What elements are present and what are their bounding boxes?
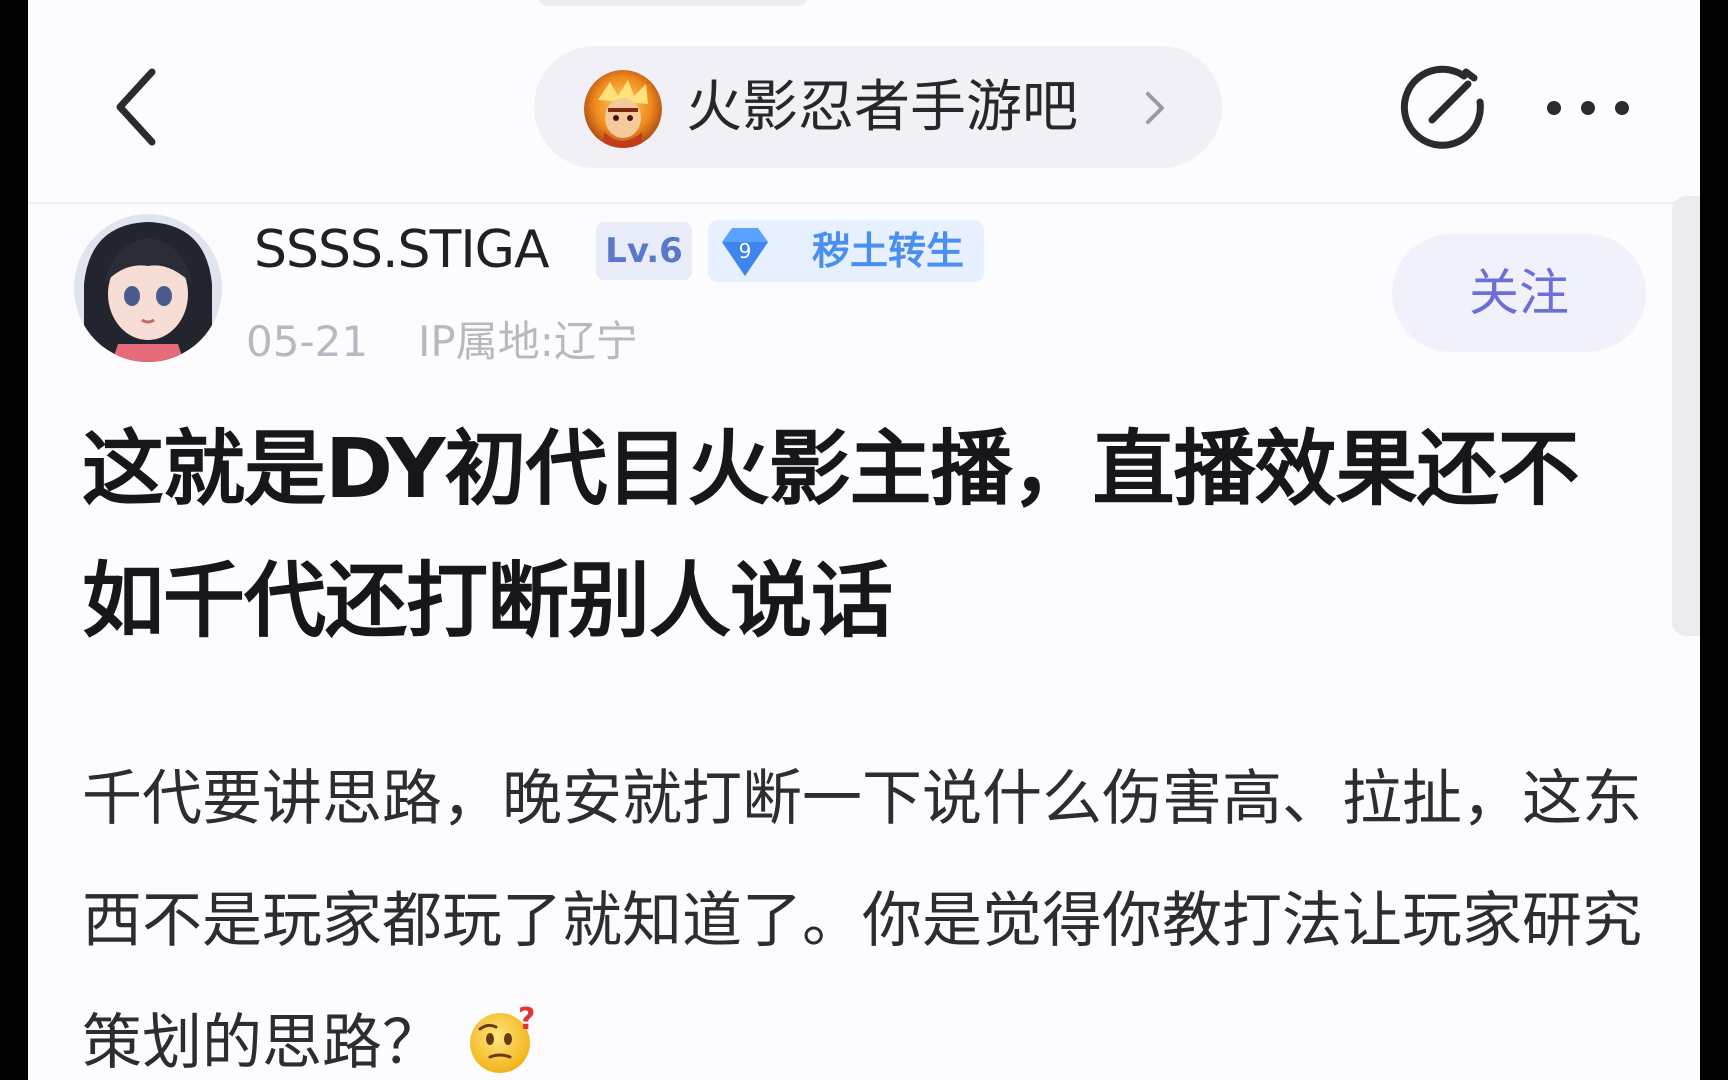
post-detail-page: 火影忍者手游吧 SSSS.STIGA Lv.6 9 秽土转生 05-21 IP属… (28, 0, 1700, 1080)
drag-handle (538, 0, 808, 6)
forum-avatar (584, 70, 662, 148)
edit-icon (1400, 65, 1484, 149)
diamond-icon: 9 (722, 228, 768, 276)
level-badge: Lv.6 (596, 222, 692, 280)
post-meta: 05-21 IP属地:辽宁 (246, 316, 638, 368)
honor-level-number: 9 (739, 239, 752, 263)
honor-label: 秽土转生 (812, 229, 965, 273)
header-divider (28, 202, 1700, 204)
ip-location: IP属地:辽宁 (418, 317, 638, 366)
post-body: 千代要讲思路，晚安就打断一下说什么伤害高、拉扯，这东西不是玩家都玩了就知道了。你… (82, 738, 1672, 1080)
post-date: 05-21 (246, 317, 369, 366)
chevron-left-icon (116, 68, 156, 146)
chevron-right-icon (1140, 86, 1170, 130)
honor-badge: 9 秽土转生 (708, 220, 984, 282)
thinking-face-icon: ? (470, 1003, 535, 1073)
forum-name: 火影忍者手游吧 (686, 75, 1078, 140)
more-dots-icon (1547, 101, 1629, 115)
author-avatar[interactable] (74, 214, 222, 362)
follow-button[interactable]: 关注 (1392, 234, 1646, 352)
post-title: 这就是DY初代目火影主播，直播效果还不如千代还打断别人说话 (82, 422, 1579, 649)
svg-text:?: ? (518, 1003, 535, 1037)
scrollbar[interactable] (1672, 196, 1700, 636)
edit-button[interactable] (1398, 62, 1490, 154)
post-body-text: 千代要讲思路，晚安就打断一下说什么伤害高、拉扯，这东西不是玩家都玩了就知道了。你… (82, 764, 1642, 1078)
author-name[interactable]: SSSS.STIGA (254, 218, 550, 282)
more-button[interactable] (1538, 80, 1638, 136)
forum-link[interactable]: 火影忍者手游吧 (534, 46, 1222, 168)
back-button[interactable] (100, 62, 180, 152)
